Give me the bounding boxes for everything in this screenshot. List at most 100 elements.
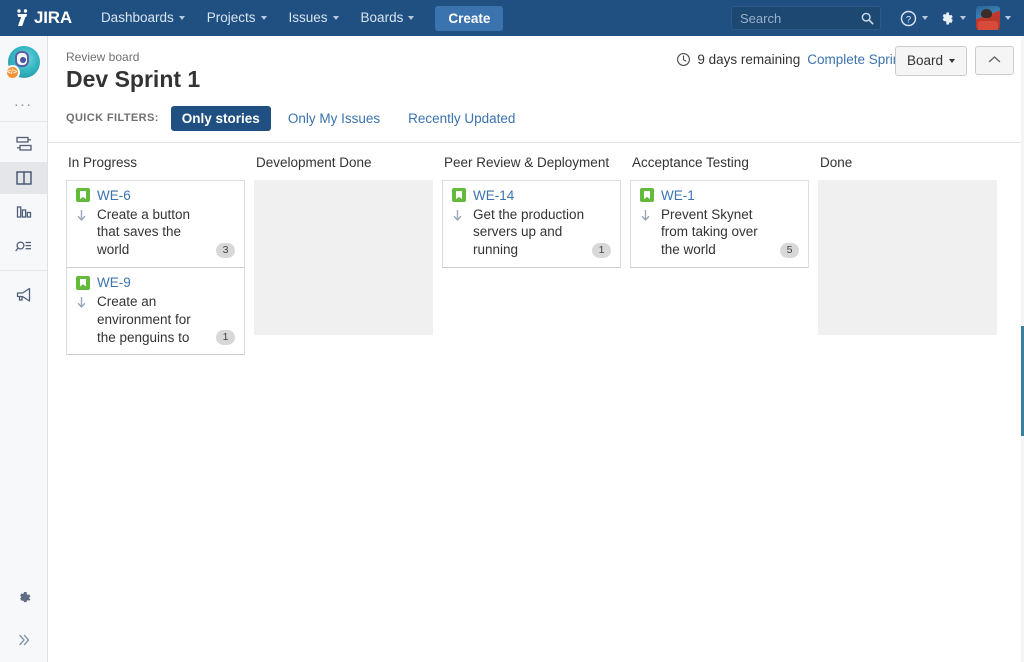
issue-card[interactable]: WE-6 Create a button that saves the world… [66,180,245,268]
board-header: Review board Dev Sprint 1 9 days remaini… [48,36,1024,142]
issue-summary: Create an environment for the penguins t… [97,293,235,346]
sidebar-item-project-settings[interactable] [0,578,47,618]
nav-item-projects[interactable]: Projects [196,0,278,36]
story-icon [76,188,90,202]
column-body[interactable]: WE-6 Create a button that saves the world… [66,180,245,356]
quick-filter-only-my-issues[interactable]: Only My Issues [277,106,391,131]
page-title: Dev Sprint 1 [66,66,1006,94]
nav-item-dashboards[interactable]: Dashboards [90,0,196,36]
jira-logo-icon [14,8,32,28]
board-menu-button[interactable]: Board [895,46,967,76]
sidebar-item-board[interactable] [0,162,47,194]
issue-card-body: Create a button that saves the world [76,206,235,259]
issue-estimate-badge: 1 [216,330,235,345]
project-avatar[interactable]: </> [8,46,40,78]
chevron-down-icon [922,16,928,20]
days-remaining-label: 9 days remaining [697,52,800,67]
issue-key-link[interactable]: WE-14 [473,188,514,203]
priority-down-icon [452,206,466,259]
board-column: Acceptance Testing WE-1 Prevent Skynet fro… [630,155,809,335]
chevron-down-icon [179,16,185,20]
story-icon [640,188,654,202]
avatar [976,6,1000,30]
issue-estimate-badge: 5 [780,243,799,258]
issue-card-body: Get the production servers up and runnin… [452,206,611,259]
column-body[interactable]: WE-1 Prevent Skynet from taking over the … [630,180,809,335]
quick-filters-label: QUICK FILTERS: [66,112,159,124]
quick-filter-recently-updated[interactable]: Recently Updated [397,106,526,131]
issue-card-header: WE-6 [76,188,235,203]
sidebar-expand-button[interactable] [0,620,47,660]
column-body[interactable] [254,180,433,335]
chevron-down-icon [1005,16,1011,20]
gear-icon [15,589,33,607]
quick-filters-bar: QUICK FILTERS: Only stories Only My Issu… [66,106,1006,142]
nav-item-boards[interactable]: Boards [350,0,426,36]
settings-menu-button[interactable] [933,0,971,36]
board-column: Done [818,155,997,335]
chevron-down-icon [949,59,955,63]
user-profile-menu-button[interactable] [971,0,1016,36]
project-avatar-glyph [15,51,29,67]
board-column: In Progress WE-6 Create a button that save… [66,155,245,356]
nav-item-projects-label: Projects [207,10,256,25]
help-menu-button[interactable]: ? [895,0,933,36]
issue-key-link[interactable]: WE-9 [97,275,131,290]
collapse-header-button[interactable] [975,46,1014,75]
issue-card[interactable]: WE-1 Prevent Skynet from taking over the … [630,180,809,268]
issue-key-link[interactable]: WE-1 [661,188,695,203]
chevron-down-icon [333,16,339,20]
sidebar-item-issues[interactable] [0,230,47,262]
column-title: Done [818,155,997,180]
search-input[interactable] [732,7,880,29]
bar-chart-icon [14,202,34,222]
story-icon [452,188,466,202]
sidebar-divider-2 [0,270,47,271]
search-box[interactable] [731,6,881,30]
nav-item-dashboards-label: Dashboards [101,10,174,25]
column-body[interactable]: WE-14 Get the production servers up and r… [442,180,621,335]
sprint-status: 9 days remaining Complete Sprint [676,52,904,67]
jira-board-page: JIRA Dashboards Projects Issues Boards C… [0,0,1024,662]
issue-card-body: Prevent Skynet from taking over the worl… [640,206,799,259]
column-body[interactable] [818,180,997,335]
quick-filter-only-stories[interactable]: Only stories [171,106,271,131]
sidebar-bottom-group [0,578,47,662]
megaphone-icon [14,285,34,305]
sidebar-more-menu[interactable]: ... [0,78,47,121]
chevron-down-icon [261,16,267,20]
top-navigation-bar: JIRA Dashboards Projects Issues Boards C… [0,0,1024,36]
board-menu-label: Board [907,53,943,68]
issue-card[interactable]: WE-14 Get the production servers up and r… [442,180,621,268]
gear-icon [938,10,955,27]
chevron-down-icon [960,16,966,20]
backlog-icon [14,134,34,154]
jira-logo[interactable]: JIRA [14,8,72,28]
issue-card-header: WE-9 [76,275,235,290]
column-title: Peer Review & Deployment [442,155,621,180]
issue-key-link[interactable]: WE-6 [97,188,131,203]
board-column: Development Done [254,155,433,335]
issue-estimate-badge: 3 [216,243,235,258]
board-columns-icon [14,168,34,188]
issue-estimate-badge: 1 [592,243,611,258]
create-button[interactable]: Create [435,6,503,31]
column-title: In Progress [66,155,245,180]
clock-icon [676,52,691,67]
nav-item-issues[interactable]: Issues [278,0,350,36]
board-columns: In Progress WE-6 Create a button that save… [48,143,1024,356]
left-sidebar: </> ... [0,36,48,662]
sidebar-item-backlog[interactable] [0,128,47,160]
jira-logo-text: JIRA [34,8,72,28]
complete-sprint-link[interactable]: Complete Sprint [807,52,904,67]
sidebar-item-reports[interactable] [0,196,47,228]
project-avatar-badge: </> [5,65,20,80]
issue-card-body: Create an environment for the penguins t… [76,293,235,346]
board-column: Peer Review & Deployment WE-14 Get the pro… [442,155,621,335]
column-title: Development Done [254,155,433,180]
sidebar-item-releases[interactable] [0,279,47,311]
column-title: Acceptance Testing [630,155,809,180]
svg-text:?: ? [906,14,911,25]
issue-card[interactable]: WE-9 Create an environment for the pengui… [66,268,245,355]
nav-item-boards-label: Boards [361,10,404,25]
